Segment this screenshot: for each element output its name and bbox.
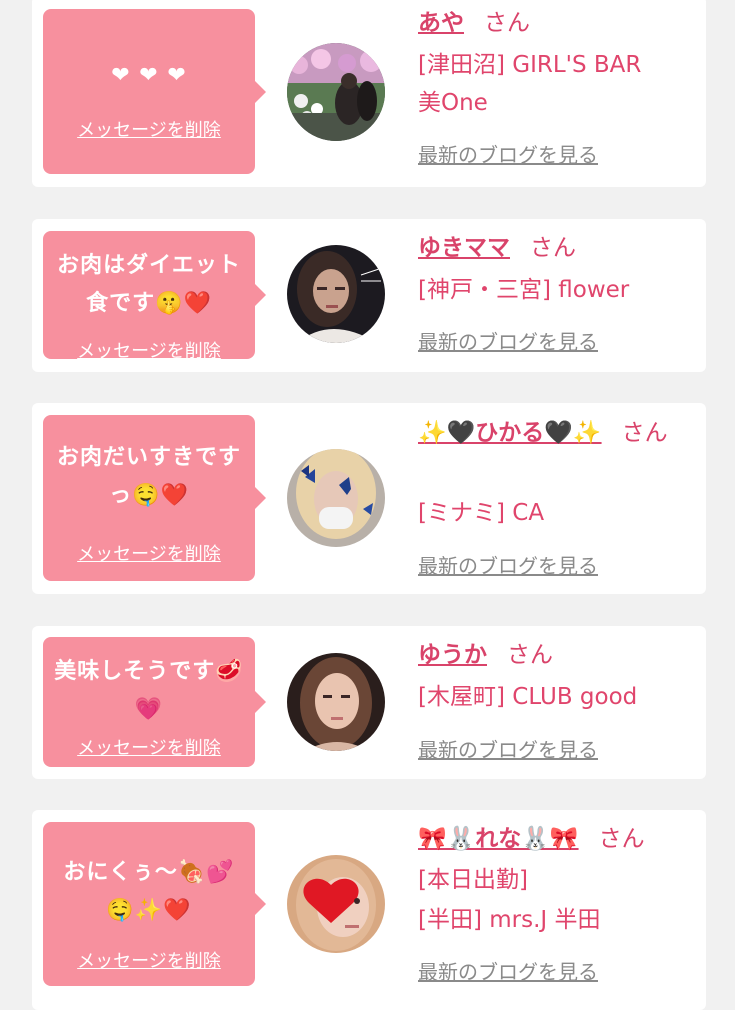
message-bubble: お肉はダイエット 食です🤫❤️ メッセージを削除 — [43, 231, 266, 362]
message-line: っ🤤❤️ — [109, 483, 189, 508]
profile-name-link[interactable]: ✨🖤ひかる🖤✨ — [418, 420, 602, 446]
message-text: ❤ ❤ ❤ — [49, 57, 249, 95]
shop-line: [本日出勤] — [418, 867, 528, 893]
message-line: 美味しそうです🥩 — [54, 659, 244, 684]
latest-blog-link[interactable]: 最新のブログを見る — [418, 734, 598, 763]
name-line: ゆきママ さん — [418, 231, 696, 265]
avatar[interactable] — [287, 855, 385, 953]
woman-with-heart-sticker-photo — [287, 855, 385, 953]
message-line: 💗 — [134, 697, 164, 722]
profile-info: ✨🖤ひかる🖤✨ さん [ミナミ] CA 最新のブログを見る — [418, 415, 696, 578]
profile-name-link[interactable]: ゆうか — [418, 642, 487, 668]
message-card: おにくぅ〜🍖💕 🤤✨❤️ メッセージを削除 🎀🐰れな🐰🎀 さん [本日出勤] [半… — [32, 810, 706, 1010]
message-text: おにくぅ〜🍖💕 🤤✨❤️ — [49, 854, 249, 930]
profile-name-link[interactable]: 🎀🐰れな🐰🎀 — [418, 826, 579, 852]
san-suffix: さん — [507, 642, 553, 668]
latest-blog-link[interactable]: 最新のブログを見る — [418, 326, 598, 355]
name-line: 🎀🐰れな🐰🎀 さん — [418, 822, 696, 856]
message-line: 食です🤫❤️ — [86, 291, 212, 316]
san-suffix: さん — [530, 235, 576, 261]
name-line: ゆうか さん — [418, 638, 696, 672]
woman-portrait-photo — [287, 653, 385, 751]
profile-info: 🎀🐰れな🐰🎀 さん [本日出勤] [半田] mrs.J 半田 最新のブログを見る — [418, 822, 696, 984]
profile-name-link[interactable]: ゆきママ — [418, 235, 510, 261]
delete-message-link[interactable]: メッセージを削除 — [43, 337, 255, 363]
latest-blog-link[interactable]: 最新のブログを見る — [418, 139, 598, 168]
message-card: お肉だいすきです っ🤤❤️ メッセージを削除 ✨🖤ひかる🖤✨ さん [ミナミ] C… — [32, 403, 706, 594]
message-line: お肉だいすきです — [56, 445, 241, 470]
message-card: 美味しそうです🥩 💗 メッセージを削除 ゆうか さん [木屋町] CLUB goo… — [32, 626, 706, 779]
latest-blog-link[interactable]: 最新のブログを見る — [418, 956, 598, 985]
shop-line: [木屋町] CLUB good — [418, 684, 638, 710]
message-bubble: おにくぅ〜🍖💕 🤤✨❤️ メッセージを削除 — [43, 822, 266, 986]
delete-message-link[interactable]: メッセージを削除 — [43, 540, 255, 566]
profile-info: ゆうか さん [木屋町] CLUB good 最新のブログを見る — [418, 638, 696, 762]
profile-name-link[interactable]: あや — [418, 10, 464, 36]
message-text: お肉はダイエット 食です🤫❤️ — [49, 247, 249, 323]
message-card: お肉はダイエット 食です🤫❤️ メッセージを削除 ゆきママ さん [神戸・三宮]… — [32, 219, 706, 372]
woman-night-selfie-photo — [287, 245, 385, 343]
message-line: 🤤✨❤️ — [106, 898, 192, 923]
message-bubble: ❤ ❤ ❤ メッセージを削除 — [43, 9, 266, 174]
message-text: お肉だいすきです っ🤤❤️ — [49, 439, 249, 515]
shop-line: [津田沼] GIRL'S BAR — [418, 52, 642, 78]
message-line: ❤ ❤ ❤ — [111, 63, 187, 88]
avatar[interactable] — [287, 245, 385, 343]
latest-blog-link[interactable]: 最新のブログを見る — [418, 550, 598, 579]
message-line: おにくぅ〜🍖💕 — [63, 860, 235, 885]
message-line: お肉はダイエット — [57, 253, 241, 278]
shop-line: [ミナミ] CA — [418, 500, 545, 526]
name-line: ✨🖤ひかる🖤✨ さん — [418, 415, 680, 451]
message-bubble: お肉だいすきです っ🤤❤️ メッセージを削除 — [43, 415, 266, 581]
avatar[interactable] — [287, 653, 385, 751]
san-suffix: さん — [598, 826, 645, 852]
profile-info: あや さん [津田沼] GIRL'S BAR 美One 最新のブログを見る — [418, 6, 696, 167]
profile-info: ゆきママ さん [神戸・三宮] flower 最新のブログを見る — [418, 231, 696, 354]
shop-line: 美One — [418, 90, 488, 116]
message-card: ❤ ❤ ❤ メッセージを削除 あや さん [津田沼] GIRL'S BAR 美O… — [32, 0, 706, 187]
avatar[interactable] — [287, 43, 385, 141]
shop-line: [神戸・三宮] flower — [418, 277, 630, 303]
shop-line: [半田] mrs.J 半田 — [418, 907, 601, 933]
delete-message-link[interactable]: メッセージを削除 — [43, 947, 255, 973]
name-line: あや さん — [418, 6, 696, 40]
avatar[interactable] — [287, 449, 385, 547]
delete-message-link[interactable]: メッセージを削除 — [43, 734, 255, 760]
message-text: 美味しそうです🥩 💗 — [49, 653, 249, 729]
san-suffix: さん — [621, 420, 668, 446]
delete-message-link[interactable]: メッセージを削除 — [43, 116, 255, 142]
san-suffix: さん — [484, 10, 530, 36]
message-bubble: 美味しそうです🥩 💗 メッセージを削除 — [43, 637, 266, 767]
woman-in-flower-garden-photo — [287, 43, 385, 141]
message-list: ❤ ❤ ❤ メッセージを削除 あや さん [津田沼] GIRL'S BAR 美O… — [0, 0, 735, 1010]
blonde-woman-with-butterflies-photo — [287, 449, 385, 547]
